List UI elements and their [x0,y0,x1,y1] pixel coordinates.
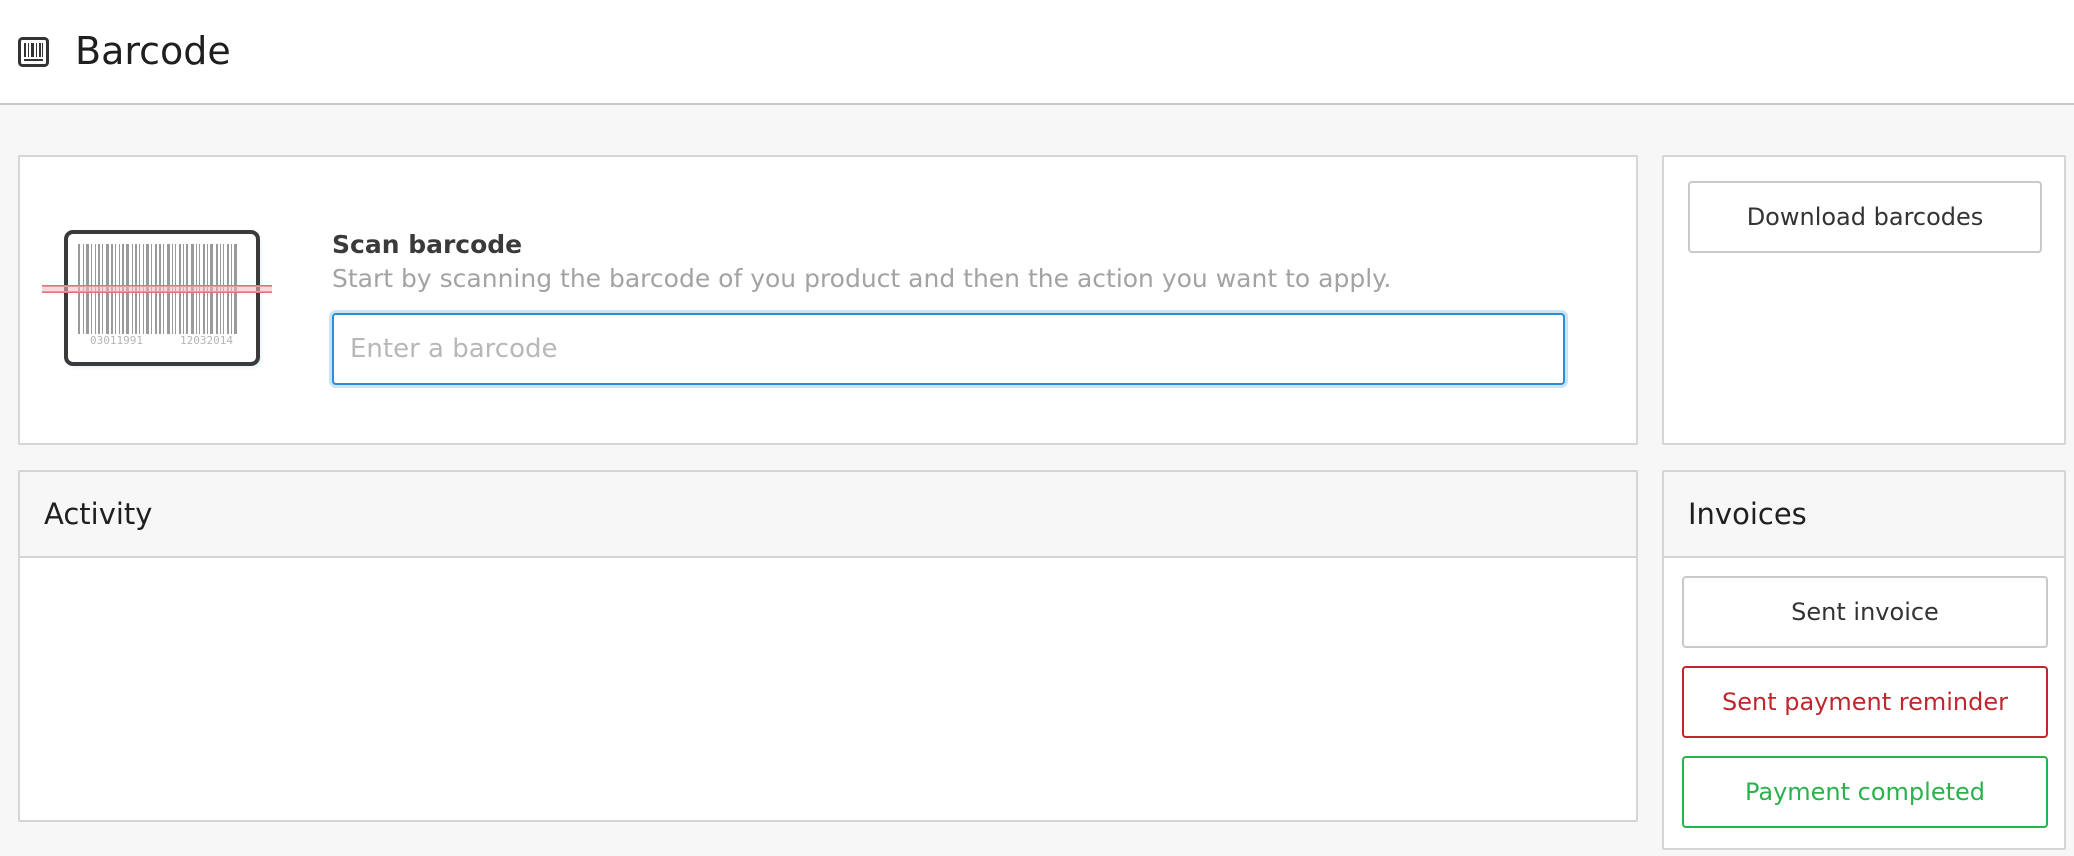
barcode-scanner-icon: 03011991 12032014 [42,230,272,368]
invoices-heading: Invoices [1688,497,1807,531]
sent-invoice-button[interactable]: Sent invoice [1682,576,2048,648]
activity-panel: Activity [18,470,1638,822]
sent-payment-reminder-button[interactable]: Sent payment reminder [1682,666,2048,738]
invoices-panel-heading: Invoices [1664,472,2064,558]
scan-barcode-panel: 03011991 12032014 Scan barcode Start by … [18,155,1638,445]
invoices-panel: Invoices Sent invoice Sent payment remin… [1662,470,2066,850]
barcode-digits-right: 12032014 [180,334,233,347]
payment-completed-button[interactable]: Payment completed [1682,756,2048,828]
barcode-digits-left: 03011991 [90,334,143,347]
scan-barcode-title: Scan barcode [332,230,523,259]
barcode-actions-panel: Download barcodes [1662,155,2066,445]
activity-heading: Activity [44,497,153,531]
activity-panel-heading: Activity [20,472,1636,558]
barcode-icon [18,37,49,67]
scan-barcode-help-text: Start by scanning the barcode of you pro… [332,264,1392,293]
barcode-input[interactable] [332,313,1565,385]
page-header: Barcode [0,0,2074,105]
page-title: Barcode [75,29,231,73]
download-barcodes-button[interactable]: Download barcodes [1688,181,2042,253]
